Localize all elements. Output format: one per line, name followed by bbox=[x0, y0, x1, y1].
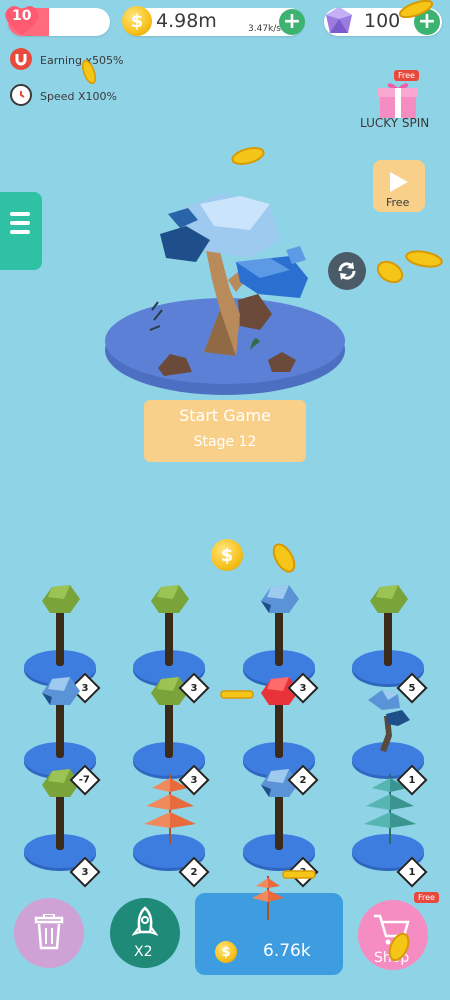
flying-coin bbox=[230, 146, 266, 170]
flying-coin bbox=[374, 258, 406, 290]
flying-coin bbox=[386, 930, 412, 968]
rocket-icon bbox=[132, 906, 158, 936]
blue-tree-icon[interactable] bbox=[257, 583, 301, 621]
flying-coin bbox=[220, 686, 254, 705]
boost-button[interactable]: X2 bbox=[110, 898, 180, 968]
bonsai-tree bbox=[149, 194, 308, 376]
play-icon bbox=[390, 172, 408, 192]
green-tree-icon[interactable] bbox=[366, 583, 410, 621]
add-coins-button[interactable]: + bbox=[279, 9, 305, 35]
flying-coin: $ bbox=[211, 539, 243, 571]
stopwatch-icon bbox=[10, 84, 32, 106]
green-tree-icon[interactable] bbox=[38, 583, 82, 621]
level-number: 10 bbox=[12, 8, 32, 24]
blue-tree-icon[interactable] bbox=[38, 675, 82, 713]
coin-rate: 3.47k/s bbox=[248, 24, 281, 34]
stage-label: Stage 12 bbox=[193, 434, 257, 450]
gem-total: 100 bbox=[364, 10, 401, 32]
coin-icon: $ bbox=[215, 941, 237, 963]
lucky-spin-label[interactable]: LUCKY SPIN bbox=[360, 116, 429, 130]
video-bonus-button[interactable]: Free bbox=[373, 160, 425, 212]
refresh-icon bbox=[338, 262, 356, 280]
flying-coin bbox=[282, 866, 316, 885]
green-tree-icon[interactable] bbox=[147, 583, 191, 621]
flying-coin bbox=[270, 541, 298, 579]
video-bonus-label: Free bbox=[386, 196, 410, 209]
side-menu-button[interactable] bbox=[0, 192, 42, 270]
start-game-title: Start Game bbox=[179, 406, 271, 425]
refresh-button[interactable] bbox=[328, 252, 366, 290]
flying-coin bbox=[404, 248, 444, 274]
coin-total: 4.98m bbox=[156, 10, 217, 32]
shop-free-tag: Free bbox=[414, 892, 439, 903]
boost-label: X2 bbox=[134, 944, 153, 960]
trash-icon bbox=[34, 914, 64, 950]
flying-coin bbox=[80, 58, 98, 90]
start-game-button[interactable]: Start Game Stage 12 bbox=[144, 400, 306, 462]
trash-button[interactable] bbox=[14, 898, 84, 968]
magnet-icon bbox=[10, 48, 32, 70]
gem-icon bbox=[322, 5, 356, 41]
speed-label: Speed X100% bbox=[40, 90, 117, 103]
buy-price: 6.76k bbox=[263, 941, 311, 961]
coin-icon: $ bbox=[122, 6, 152, 36]
flying-coin bbox=[398, 0, 434, 22]
